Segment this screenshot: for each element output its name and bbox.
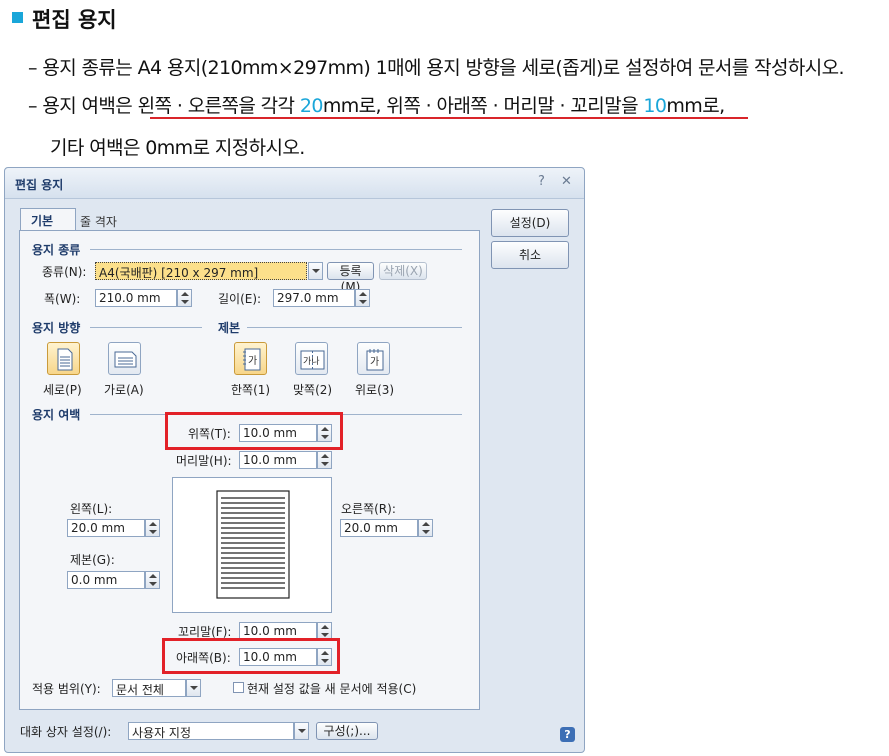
- binding-facing-icon: 가나: [300, 350, 325, 370]
- instruction-line-3: 기타 여백은 0mm로 지정하시오.: [50, 137, 305, 159]
- landscape-label[interactable]: 가로(A): [104, 381, 144, 398]
- apply-to-new-doc-label[interactable]: 현재 설정 값을 새 문서에 적용(C): [247, 680, 416, 697]
- instruction-line-2-c: mm로, 위쪽 · 아래쪽 · 머리말 · 꼬리말을: [322, 95, 644, 117]
- ok-button[interactable]: 설정(D): [491, 209, 569, 237]
- length-label: 길이(E):: [218, 292, 262, 306]
- binding-top-char: 가: [370, 356, 379, 368]
- binding-single-char: 가: [248, 355, 257, 367]
- portrait-label[interactable]: 세로(P): [43, 381, 82, 398]
- apply-to-new-doc-checkbox[interactable]: [233, 682, 244, 693]
- binding-facing-label[interactable]: 맞쪽(2): [293, 381, 332, 398]
- binding-facing-option[interactable]: 가나: [295, 342, 328, 375]
- binding-group-label: 제본: [218, 321, 241, 335]
- configure-button[interactable]: 구성(;)...: [316, 722, 378, 740]
- right-margin-input[interactable]: 20.0 mm: [340, 519, 418, 537]
- landscape-option[interactable]: [108, 342, 141, 375]
- page-preview-drawing: [216, 490, 290, 599]
- dialog-settings-dropdown[interactable]: [294, 722, 309, 740]
- margins-group-label: 용지 여백: [32, 408, 81, 422]
- instruction-line-2-a: 왼쪽 · 오른쪽을 각각: [137, 95, 300, 117]
- portrait-page-icon: [57, 348, 73, 371]
- left-margin-label: 왼쪽(L):: [70, 502, 113, 516]
- bullet-square: [12, 12, 23, 23]
- dialog-settings-label: 대화 상자 설정(/):: [20, 725, 112, 739]
- instruction-line-2-e: mm로,: [666, 95, 725, 117]
- delete-button: 삭제(X): [379, 262, 427, 280]
- highlight-box-bottom: [162, 638, 340, 674]
- page-preview: [172, 477, 332, 613]
- gutter-margin-label: 제본(G):: [70, 553, 115, 567]
- apply-range-dropdown[interactable]: [186, 679, 201, 697]
- landscape-page-icon: [114, 351, 137, 368]
- portrait-option[interactable]: [47, 342, 80, 375]
- paper-type-group-label: 용지 종류: [32, 243, 81, 257]
- separator: [90, 249, 462, 250]
- right-margin-spinner[interactable]: [418, 519, 433, 537]
- help-button-icon[interactable]: ?: [560, 727, 575, 742]
- help-icon[interactable]: ?: [538, 174, 545, 189]
- tab-line-grid[interactable]: 줄 격자: [70, 210, 127, 232]
- separator: [247, 327, 462, 328]
- header-margin-spinner[interactable]: [317, 451, 332, 469]
- left-margin-spinner[interactable]: [145, 519, 160, 537]
- orientation-group-label: 용지 방향: [32, 321, 81, 335]
- binding-facing-char: 가나: [303, 356, 320, 367]
- section-heading: 편집 용지: [32, 8, 117, 32]
- gutter-margin-input[interactable]: 0.0 mm: [67, 571, 145, 589]
- apply-range-select[interactable]: 문서 전체: [112, 679, 186, 697]
- left-margin-input[interactable]: 20.0 mm: [67, 519, 145, 537]
- length-spinner[interactable]: [355, 289, 370, 307]
- dialog-titlebar: 편집 용지 ? ✕: [5, 168, 584, 199]
- close-icon[interactable]: ✕: [561, 174, 572, 189]
- dialog-settings-select[interactable]: 사용자 지정: [128, 722, 294, 740]
- instruction-line-2: – 용지 여백은 왼쪽 · 오른쪽을 각각 20mm로, 위쪽 · 아래쪽 · …: [28, 91, 725, 118]
- right-margin-label: 오른쪽(R):: [341, 502, 396, 516]
- header-margin-label: 머리말(H):: [176, 454, 232, 468]
- width-spinner[interactable]: [177, 289, 192, 307]
- binding-top-icon: 가: [366, 349, 384, 371]
- paper-type-dropdown[interactable]: [308, 262, 323, 280]
- binding-top-option[interactable]: 가: [357, 342, 390, 375]
- tab-basic[interactable]: 기본: [20, 208, 76, 230]
- dialog-title: 편집 용지: [15, 178, 64, 192]
- binding-single-option[interactable]: 가: [234, 342, 267, 375]
- paper-type-label: 종류(N):: [42, 265, 87, 279]
- instruction-line-1: – 용지 종류는 A4 용지(210mm×297mm) 1매에 용지 방향을 세…: [28, 57, 845, 79]
- separator: [90, 327, 202, 328]
- length-input[interactable]: 297.0 mm: [273, 289, 355, 307]
- register-button[interactable]: 등록(M): [327, 262, 374, 294]
- width-input[interactable]: 210.0 mm: [95, 289, 177, 307]
- gutter-margin-spinner[interactable]: [145, 571, 160, 589]
- highlight-box-top: [165, 412, 343, 450]
- binding-single-icon: 가: [243, 348, 261, 371]
- instruction-line-2-prefix: – 용지 여백은: [28, 95, 138, 117]
- cancel-button[interactable]: 취소: [491, 241, 569, 269]
- binding-top-label[interactable]: 위로(3): [355, 381, 394, 398]
- header-margin-input[interactable]: 10.0 mm: [239, 451, 317, 469]
- red-underline: [150, 117, 748, 119]
- value-10: 10: [643, 95, 667, 117]
- paper-type-select[interactable]: A4(국배판) [210 x 297 mm]: [95, 262, 307, 280]
- width-label: 폭(W):: [44, 292, 81, 306]
- value-20: 20: [299, 95, 324, 117]
- apply-range-label: 적용 범위(Y):: [32, 682, 101, 696]
- binding-single-label[interactable]: 한쪽(1): [231, 381, 270, 398]
